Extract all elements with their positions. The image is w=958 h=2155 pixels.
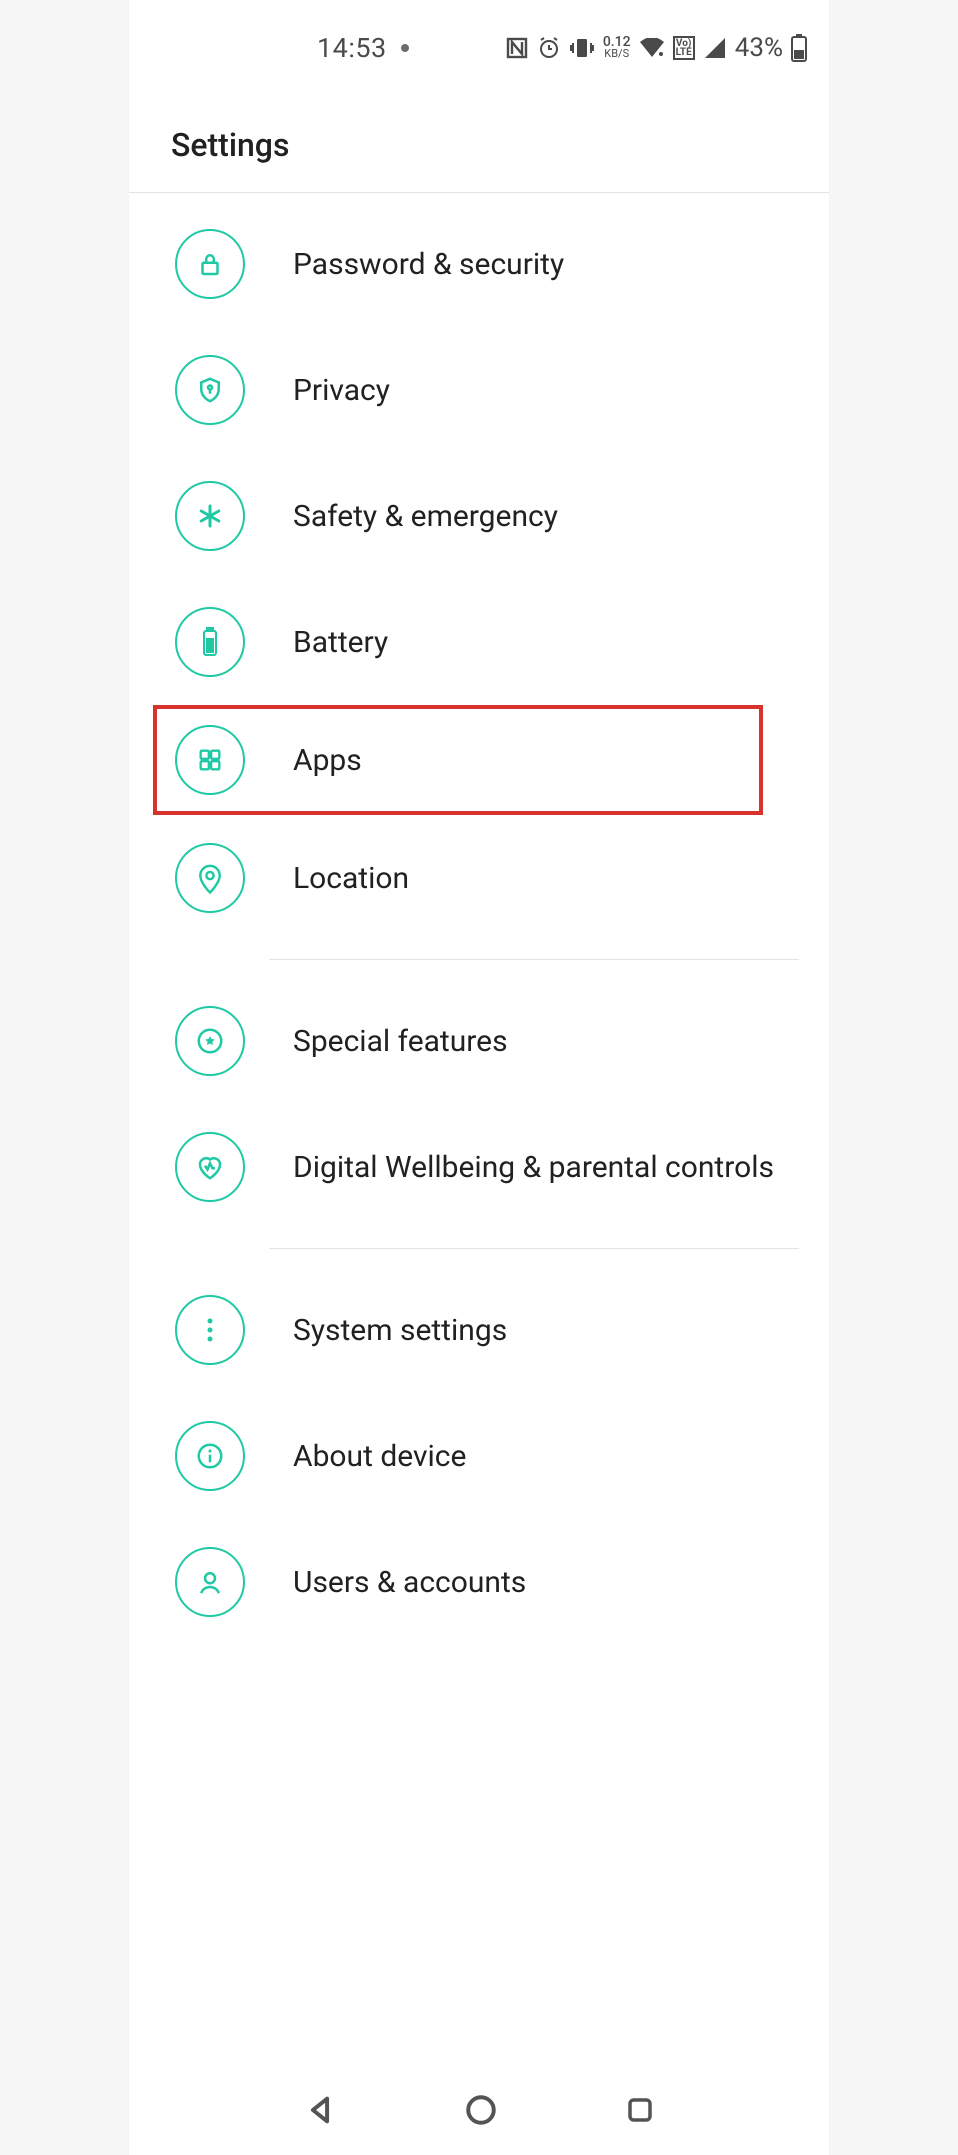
vibrate-icon bbox=[569, 37, 595, 59]
settings-item-label: Privacy bbox=[293, 373, 390, 408]
page-title: Settings bbox=[171, 126, 829, 164]
wifi-icon bbox=[639, 38, 665, 58]
section-divider bbox=[269, 959, 799, 960]
settings-item-label: About device bbox=[293, 1439, 466, 1474]
settings-item-special-features[interactable]: Special features bbox=[129, 978, 829, 1104]
settings-item-label: Battery bbox=[293, 625, 388, 660]
settings-item-label: Users & accounts bbox=[293, 1565, 526, 1600]
status-bar: 14:53 bbox=[129, 26, 829, 70]
lock-icon bbox=[175, 229, 245, 299]
settings-item-label: Digital Wellbeing & parental controls bbox=[293, 1150, 774, 1185]
settings-item-apps[interactable]: Apps bbox=[153, 705, 763, 815]
settings-item-label: Password & security bbox=[293, 247, 564, 282]
asterisk-icon bbox=[175, 481, 245, 551]
battery-icon bbox=[175, 607, 245, 677]
pin-icon bbox=[175, 843, 245, 913]
settings-item-label: System settings bbox=[293, 1313, 507, 1348]
star-circle-icon bbox=[175, 1006, 245, 1076]
section-divider bbox=[269, 1248, 799, 1249]
settings-item-label: Safety & emergency bbox=[293, 499, 558, 534]
settings-item-label: Special features bbox=[293, 1024, 508, 1059]
signal-icon bbox=[703, 38, 727, 58]
shield-key-icon bbox=[175, 355, 245, 425]
recents-button[interactable] bbox=[625, 2095, 655, 2125]
settings-item-users-accounts[interactable]: Users & accounts bbox=[129, 1519, 829, 1617]
heart-icon bbox=[175, 1132, 245, 1202]
info-icon bbox=[175, 1421, 245, 1491]
navigation-bar bbox=[129, 2065, 829, 2155]
settings-item-about-device[interactable]: About device bbox=[129, 1393, 829, 1519]
settings-item-battery[interactable]: Battery bbox=[129, 579, 829, 705]
data-speed-indicator: 0.12 KB/S bbox=[603, 37, 631, 59]
settings-item-digital-wellbeing[interactable]: Digital Wellbeing & parental controls bbox=[129, 1104, 829, 1230]
settings-item-location[interactable]: Location bbox=[129, 815, 829, 941]
clock: 14:53 bbox=[317, 32, 387, 64]
settings-item-privacy[interactable]: Privacy bbox=[129, 327, 829, 453]
settings-item-label: Apps bbox=[293, 743, 362, 778]
page-header: Settings bbox=[129, 70, 829, 193]
back-button[interactable] bbox=[303, 2093, 337, 2127]
grid-icon bbox=[175, 725, 245, 795]
settings-item-system-settings[interactable]: System settings bbox=[129, 1267, 829, 1393]
alarm-icon bbox=[537, 36, 561, 60]
settings-item-safety-emergency[interactable]: Safety & emergency bbox=[129, 453, 829, 579]
settings-item-label: Location bbox=[293, 861, 409, 896]
settings-list: Password & security Privacy Safety & eme… bbox=[129, 193, 829, 1617]
settings-item-password-security[interactable]: Password & security bbox=[129, 201, 829, 327]
nfc-icon bbox=[505, 36, 529, 60]
notification-dot-icon bbox=[401, 44, 409, 52]
battery-percentage: 43% bbox=[735, 33, 783, 63]
person-icon bbox=[175, 1547, 245, 1617]
more-vertical-icon bbox=[175, 1295, 245, 1365]
home-button[interactable] bbox=[464, 2093, 498, 2127]
volte-icon: Vo) LTE bbox=[673, 36, 695, 60]
battery-icon bbox=[791, 34, 807, 62]
